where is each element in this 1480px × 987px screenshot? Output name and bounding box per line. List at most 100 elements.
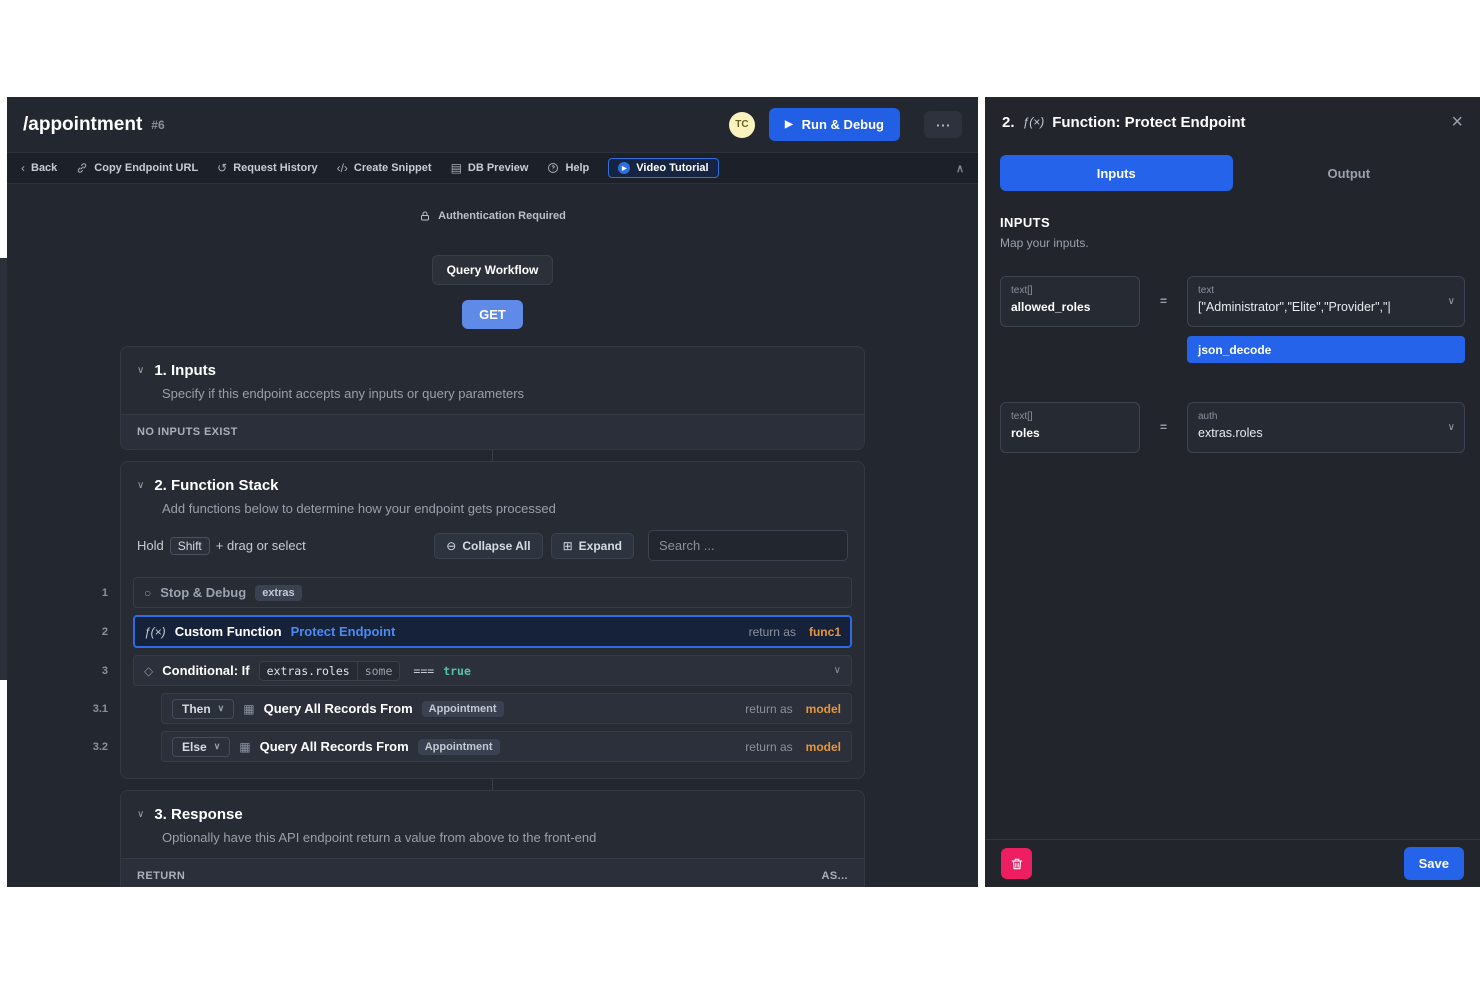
function-detail-panel: 2. ƒ(×) Function: Protect Endpoint × Inp…: [985, 97, 1480, 887]
hold-hint: Hold: [137, 538, 164, 553]
panel-tabs: Inputs Output: [1000, 155, 1465, 191]
help-button[interactable]: Help: [547, 162, 589, 174]
stack-row-custom-function[interactable]: 2 ƒ(×) Custom Function Protect Endpoint …: [133, 615, 852, 648]
branch-label: Then: [182, 702, 211, 716]
row-label: Conditional: If: [162, 663, 249, 678]
request-history-label: Request History: [233, 162, 317, 174]
table-name-tag: Appointment: [418, 739, 500, 755]
stack-row-else-query[interactable]: 3.2 Else ∨ ▦ Query All Records From Appo…: [161, 731, 852, 762]
chevron-down-icon: ∨: [137, 809, 144, 820]
function-icon: ƒ(×): [144, 625, 166, 639]
stack-row-stop-debug[interactable]: 1 ○ Stop & Debug extras: [133, 577, 852, 608]
left-edge-handle[interactable]: [0, 258, 7, 680]
copy-endpoint-url-button[interactable]: Copy Endpoint URL: [76, 162, 198, 174]
collapse-toolbar-chevron[interactable]: ∧: [956, 162, 964, 175]
value-text: ["Administrator","Elite","Provider","|: [1198, 300, 1438, 314]
search-input[interactable]: [648, 530, 848, 561]
chevron-down-icon: ∨: [1448, 422, 1455, 433]
video-tutorial-button[interactable]: ▶ Video Tutorial: [608, 158, 718, 178]
response-card: ∨ 3. Response Optionally have this API e…: [120, 790, 865, 887]
else-dropdown[interactable]: Else ∨: [172, 737, 230, 757]
stack-title: 2. Function Stack: [154, 477, 278, 494]
value-text: extras.roles: [1198, 426, 1438, 440]
param-name: roles: [1011, 426, 1129, 440]
link-icon: [76, 162, 88, 174]
tab-output[interactable]: Output: [1233, 155, 1466, 191]
expression-filter: some: [357, 662, 400, 680]
request-history-button[interactable]: ↺ Request History: [217, 161, 317, 175]
row-label: Custom Function: [175, 624, 282, 639]
param-name: allowed_roles: [1011, 300, 1129, 314]
endpoint-editor-panel: /appointment #6 TC ▶ Run & Debug ⋯ ‹ Bac…: [7, 97, 978, 887]
code-snippet-icon: ‹/›: [337, 161, 348, 175]
return-row: RETURN AS...: [121, 858, 864, 887]
avatar[interactable]: TC: [729, 112, 755, 138]
as-label[interactable]: AS...: [822, 870, 848, 882]
delete-button[interactable]: [1001, 848, 1032, 879]
stack-row-then-query[interactable]: 3.1 Then ∨ ▦ Query All Records From Appo…: [161, 693, 852, 724]
trash-icon: [1010, 857, 1024, 871]
tab-inputs[interactable]: Inputs: [1000, 155, 1233, 191]
run-debug-button[interactable]: ▶ Run & Debug: [769, 108, 900, 141]
return-value: model: [806, 740, 841, 754]
db-preview-label: DB Preview: [468, 162, 529, 174]
expand-icon: ⊞: [563, 539, 573, 553]
query-workflow-badge: Query Workflow: [432, 255, 554, 285]
condition-expression[interactable]: extras.roles some: [259, 661, 401, 681]
copy-url-label: Copy Endpoint URL: [94, 162, 198, 174]
mapping-allowed-roles: text[] allowed_roles = text ["Administra…: [1000, 276, 1465, 363]
json-decode-filter-chip[interactable]: json_decode: [1187, 336, 1465, 363]
return-as-label: return as: [745, 740, 792, 754]
value-select-allowed-roles[interactable]: text ["Administrator","Elite","Provider"…: [1187, 276, 1465, 327]
then-dropdown[interactable]: Then ∨: [172, 699, 234, 719]
chevron-down-icon[interactable]: ∨: [834, 665, 841, 676]
return-label: RETURN: [137, 870, 185, 882]
equals-sign: =: [1140, 276, 1187, 327]
run-debug-label: Run & Debug: [802, 117, 884, 132]
close-icon[interactable]: ×: [1451, 112, 1463, 132]
table-icon: ▦: [243, 702, 254, 716]
chevron-down-icon: ∨: [137, 480, 144, 491]
param-box-roles[interactable]: text[] roles: [1000, 402, 1140, 453]
expand-button[interactable]: ⊞ Expand: [551, 533, 634, 559]
row-number: 1: [102, 587, 108, 599]
expression-operator: ===: [413, 664, 434, 678]
ellipsis-icon: ⋯: [936, 116, 951, 134]
row-number: 3.1: [93, 703, 108, 715]
history-icon: ↺: [217, 161, 227, 175]
extras-tag: extras: [255, 585, 301, 601]
value-select-roles[interactable]: auth extras.roles ∨: [1187, 402, 1465, 453]
panel-header: 2. ƒ(×) Function: Protect Endpoint ×: [985, 97, 1480, 147]
stack-subtitle: Add functions below to determine how you…: [162, 501, 848, 516]
db-preview-button[interactable]: ▤ DB Preview: [451, 161, 529, 175]
create-snippet-label: Create Snippet: [354, 162, 432, 174]
more-options-button[interactable]: ⋯: [924, 111, 962, 138]
panel-title: Function: Protect Endpoint: [1052, 114, 1245, 131]
inputs-card-header[interactable]: ∨ 1. Inputs: [137, 362, 848, 379]
save-button[interactable]: Save: [1404, 847, 1464, 880]
create-snippet-button[interactable]: ‹/› Create Snippet: [337, 161, 432, 175]
stack-card-header[interactable]: ∨ 2. Function Stack: [137, 477, 848, 494]
function-stack-card: ∨ 2. Function Stack Add functions below …: [120, 461, 865, 779]
back-button[interactable]: ‹ Back: [21, 161, 57, 175]
inputs-title: 1. Inputs: [154, 362, 216, 379]
function-stack-rows: 1 ○ Stop & Debug extras 2 ƒ(×) Custom Fu…: [133, 577, 852, 762]
collapse-all-button[interactable]: ⊖ Collapse All: [434, 533, 542, 559]
workflow-canvas: Authentication Required Query Workflow G…: [7, 184, 978, 887]
inputs-heading: INPUTS: [1000, 215, 1465, 230]
response-card-header[interactable]: ∨ 3. Response: [137, 806, 848, 823]
stack-row-conditional[interactable]: 3 ◇ Conditional: If extras.roles some ==…: [133, 655, 852, 686]
return-value: func1: [809, 625, 841, 639]
param-box-allowed-roles[interactable]: text[] allowed_roles: [1000, 276, 1140, 327]
section-connector: [492, 779, 493, 790]
video-tutorial-label: Video Tutorial: [636, 162, 708, 174]
chevron-down-icon: ∨: [214, 741, 221, 752]
database-icon: ▤: [451, 161, 462, 175]
http-method-button[interactable]: GET: [462, 300, 523, 329]
inputs-sub: Map your inputs.: [1000, 236, 1465, 250]
row-label: Stop & Debug: [160, 585, 246, 600]
function-name-link[interactable]: Protect Endpoint: [291, 624, 396, 639]
table-name-tag: Appointment: [422, 701, 504, 717]
section-connector: [492, 450, 493, 461]
lock-icon: [419, 210, 431, 222]
